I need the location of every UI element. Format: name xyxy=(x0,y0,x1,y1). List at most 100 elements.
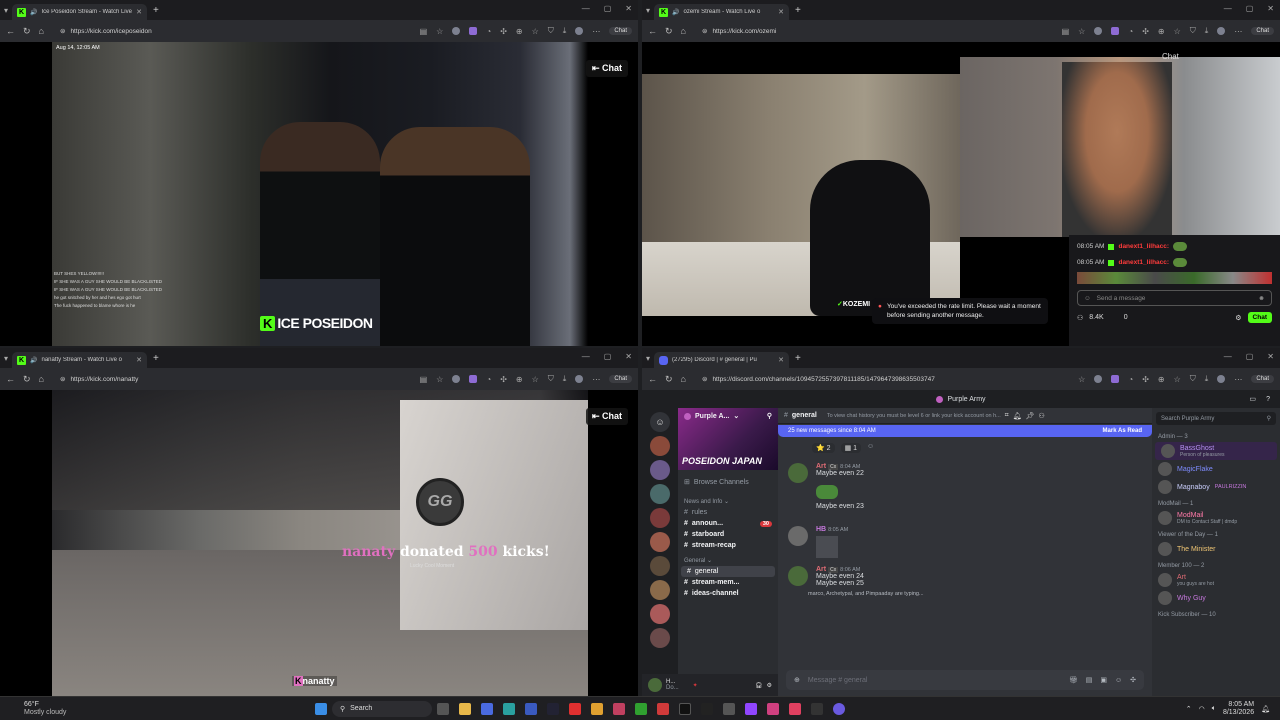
member-item[interactable]: Magnaboy PAULRIZZIN xyxy=(1152,478,1280,496)
menu-icon[interactable]: ⋯ xyxy=(592,27,600,36)
add-member-icon[interactable]: ⚲ xyxy=(767,412,772,420)
downloads-icon[interactable]: ⤓ xyxy=(1205,26,1209,36)
emote-picker-icon[interactable]: ☻ xyxy=(1258,295,1265,302)
minimize-icon[interactable]: — xyxy=(582,4,590,13)
downloads-icon[interactable]: ⤓ xyxy=(1205,374,1209,384)
app-icon[interactable] xyxy=(789,702,801,715)
search-box[interactable]: Search Purple Army ⚲ xyxy=(1156,412,1276,425)
tiktok-icon[interactable] xyxy=(701,702,713,715)
pin-icon[interactable]: 📌︎ xyxy=(1026,412,1035,420)
collections-icon[interactable]: ⊕ xyxy=(1158,375,1165,384)
extension-icon[interactable] xyxy=(469,27,478,35)
channel-item-announcements[interactable]: # announ... 30 xyxy=(678,518,778,529)
browser-tab[interactable]: K 🔊 Ice Poseidon Stream - Watch Live ✕ xyxy=(12,4,147,20)
avatar[interactable] xyxy=(788,526,808,546)
reload-icon[interactable]: ↻ xyxy=(23,26,31,37)
home-icon[interactable]: ⌂ xyxy=(39,26,44,36)
maximize-icon[interactable]: ▢ xyxy=(604,352,612,361)
inbox-icon[interactable]: ▭ xyxy=(1249,395,1256,403)
member-item[interactable]: MagicFlake xyxy=(1152,460,1280,478)
reaction[interactable]: ⭐ 2 xyxy=(812,443,835,453)
channel-item-general[interactable]: # general xyxy=(681,566,775,577)
message-author[interactable]: Art xyxy=(816,463,826,470)
profile-avatar[interactable] xyxy=(1217,375,1226,383)
youtube-icon[interactable] xyxy=(569,702,581,715)
back-icon[interactable]: ← xyxy=(648,26,657,36)
close-tab-icon[interactable]: ✕ xyxy=(778,356,784,364)
add-attachment-icon[interactable]: ⊕ xyxy=(794,676,800,684)
app-icon[interactable] xyxy=(811,702,823,715)
sticker-icon[interactable]: ▣ xyxy=(1100,676,1107,684)
close-window-icon[interactable]: ✕ xyxy=(1267,352,1274,361)
close-window-icon[interactable]: ✕ xyxy=(625,4,632,13)
chat-input[interactable]: ☺ Send a message ☻ xyxy=(1077,290,1272,306)
extension-icon[interactable]: ◔ xyxy=(1128,27,1133,36)
tab-list-icon[interactable]: ▾ xyxy=(642,6,654,15)
minimize-icon[interactable]: — xyxy=(1224,352,1232,361)
browse-channels[interactable]: ⊞ Browse Channels xyxy=(678,472,778,492)
browser-tab[interactable]: (27295) Discord | # general | Pu ✕ xyxy=(654,352,789,368)
member-item[interactable]: Art you guys are hot xyxy=(1152,571,1280,589)
browser-tab[interactable]: K 🔊 nanatty Stream - Watch Live o ✕ xyxy=(12,352,147,368)
member-item[interactable]: BassGhost Person of pleasures xyxy=(1155,442,1277,460)
back-icon[interactable]: ← xyxy=(648,374,657,384)
tray-overflow-icon[interactable]: ⌃ xyxy=(1186,705,1192,713)
server-icon[interactable] xyxy=(650,556,670,576)
back-icon[interactable]: ← xyxy=(6,374,15,384)
new-tab-button[interactable]: + xyxy=(795,5,801,16)
settings-gear-icon[interactable]: ⚙ xyxy=(767,682,772,689)
task-view-icon[interactable] xyxy=(437,702,449,715)
mark-as-read-button[interactable]: Mark As Read xyxy=(1103,428,1142,434)
site-info-icon[interactable]: ⊜ xyxy=(702,27,707,35)
clock[interactable]: 8:05 AM 8/13/2026 xyxy=(1223,701,1254,717)
close-tab-icon[interactable]: ✕ xyxy=(136,356,142,364)
message-user[interactable]: danext1_lilhacc: xyxy=(1118,243,1169,250)
profile-avatar[interactable] xyxy=(575,27,584,35)
file-explorer-icon[interactable] xyxy=(459,702,471,715)
new-tab-button[interactable]: + xyxy=(153,5,159,16)
profile-avatar[interactable] xyxy=(575,375,584,383)
profile-avatar[interactable] xyxy=(1217,27,1226,35)
downloads-icon[interactable]: ⤓ xyxy=(563,26,567,36)
close-window-icon[interactable]: ✕ xyxy=(625,352,632,361)
channel-item-rules[interactable]: # rules xyxy=(678,507,778,518)
extension-icon[interactable] xyxy=(452,375,461,383)
server-icon[interactable] xyxy=(650,436,670,456)
copilot-chat-button[interactable]: Chat xyxy=(609,27,632,35)
menu-icon[interactable]: ⋯ xyxy=(592,375,600,384)
app-icon[interactable] xyxy=(525,702,537,715)
close-tab-icon[interactable]: ✕ xyxy=(778,8,784,16)
reload-icon[interactable]: ↻ xyxy=(23,374,31,385)
home-icon[interactable]: ⌂ xyxy=(39,374,44,384)
avatar[interactable] xyxy=(788,566,808,586)
favorites-icon[interactable]: ☆ xyxy=(1174,27,1181,36)
reader-icon[interactable]: ▤ xyxy=(1062,27,1070,36)
channel-category[interactable]: News and Info ⌄ xyxy=(678,492,778,507)
chrome-icon[interactable] xyxy=(591,702,603,715)
reader-icon[interactable]: ▤ xyxy=(420,375,428,384)
volume-icon[interactable]: 🔈︎ xyxy=(1212,705,1216,713)
app-icon[interactable] xyxy=(657,702,669,715)
home-icon[interactable]: ⌂ xyxy=(681,26,686,36)
channel-item-starboard[interactable]: # starboard xyxy=(678,529,778,540)
discord-home-icon[interactable]: ☺ xyxy=(650,412,670,432)
shield-icon[interactable]: ⛉ xyxy=(548,26,554,36)
site-info-icon[interactable]: ⊜ xyxy=(60,375,65,383)
send-chat-button[interactable]: Chat xyxy=(1247,312,1272,323)
extension-icon[interactable]: ◔ xyxy=(1128,375,1133,384)
image-attachment[interactable] xyxy=(816,536,838,558)
server-icon[interactable] xyxy=(650,484,670,504)
stream-video[interactable]: GG nanaty donated 500 kicks! Lucky Cool … xyxy=(0,390,638,696)
start-menu-icon[interactable] xyxy=(315,702,327,715)
search-box[interactable]: ⚲ Search xyxy=(332,700,432,717)
extension-icon[interactable] xyxy=(469,375,478,383)
nitro-icon[interactable]: ✦ xyxy=(693,682,698,689)
close-window-icon[interactable]: ✕ xyxy=(1267,4,1274,13)
emoji-icon[interactable]: ☺ xyxy=(1084,295,1091,302)
notifications-icon[interactable]: 🔔︎ xyxy=(1261,705,1270,713)
app-icon[interactable] xyxy=(613,702,625,715)
weather-widget[interactable]: 66°F Mostly cloudy xyxy=(0,701,120,717)
home-icon[interactable]: ⌂ xyxy=(681,374,686,384)
shield-icon[interactable]: ⛉ xyxy=(548,374,554,384)
copilot-chat-button[interactable]: Chat xyxy=(609,375,632,383)
